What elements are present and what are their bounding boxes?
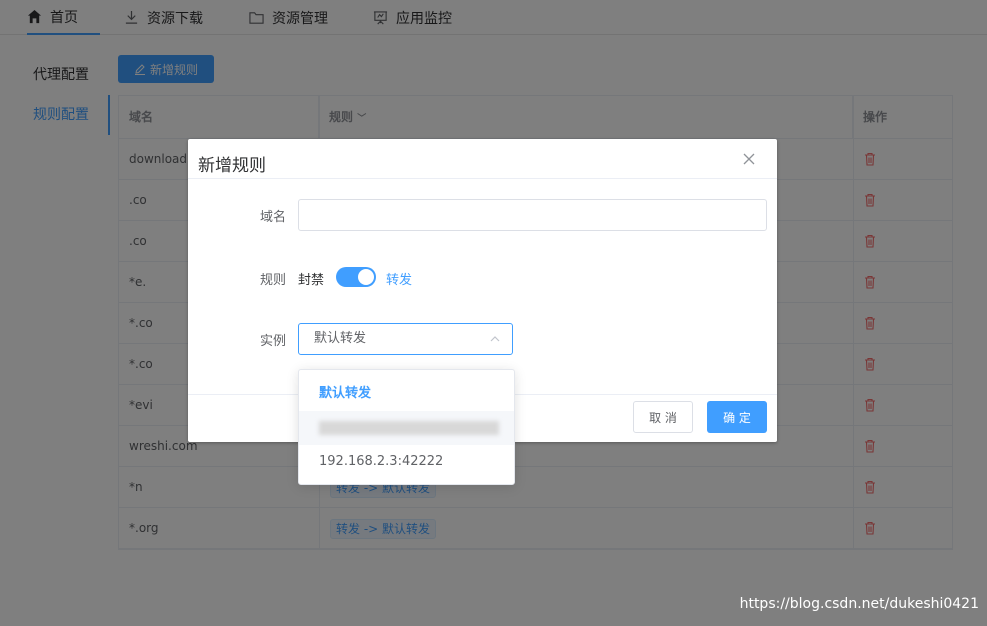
dialog-title: 新增规则 <box>198 156 266 176</box>
rule-label: 规则 <box>259 273 286 288</box>
domain-input[interactable] <box>298 199 767 231</box>
chevron-up-icon <box>490 336 500 342</box>
instance-label: 实例 <box>259 334 286 349</box>
dropdown-option[interactable]: 默认转发 <box>299 377 514 411</box>
redacted-text <box>319 420 499 435</box>
rule-switch[interactable] <box>336 267 376 287</box>
rule-on-label: 转发 <box>386 273 413 288</box>
close-icon[interactable] <box>742 152 756 166</box>
dropdown-option[interactable]: 192.168.2.3:42222 <box>299 445 514 479</box>
switch-knob <box>358 269 374 285</box>
confirm-button[interactable]: 确 定 <box>707 401 767 433</box>
watermark: https://blog.csdn.net/dukeshi0421 <box>739 596 979 612</box>
dropdown-option[interactable] <box>299 411 514 445</box>
cancel-button[interactable]: 取 消 <box>633 401 693 433</box>
instance-select[interactable]: 默认转发 <box>298 323 513 355</box>
domain-label: 域名 <box>259 210 286 225</box>
instance-select-value: 默认转发 <box>314 331 367 346</box>
divider <box>188 178 777 179</box>
instance-dropdown: 默认转发 192.168.2.3:42222 <box>298 369 515 485</box>
rule-off-label: 封禁 <box>298 273 325 288</box>
